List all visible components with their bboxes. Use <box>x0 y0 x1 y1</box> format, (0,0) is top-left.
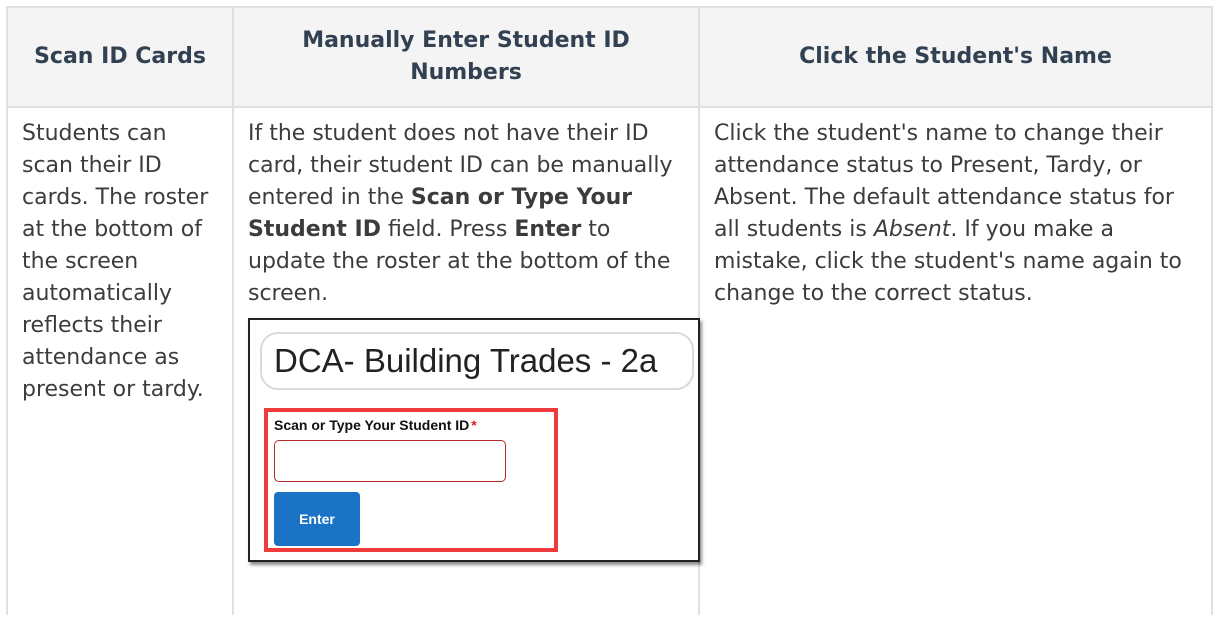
header-scan-id-cards: Scan ID Cards <box>6 6 234 108</box>
course-name-pill: DCA- Building Trades - 2a <box>260 332 694 390</box>
scan-id-description: Students can scan their ID cards. The ro… <box>22 121 209 402</box>
manual-entry-description: If the student does not have their ID ca… <box>248 118 684 310</box>
enter-key-reference: Enter <box>514 217 582 242</box>
header-row: Scan ID Cards Manually Enter Student ID … <box>6 6 1213 108</box>
student-id-field-label: Scan or Type Your Student ID * <box>274 416 477 434</box>
cell-manually-enter: If the student does not have their ID ca… <box>232 106 700 615</box>
enter-button[interactable]: Enter <box>274 492 360 546</box>
header-click-name: Click the Student's Name <box>698 6 1213 108</box>
click-name-description: Click the student's name to change their… <box>714 118 1197 310</box>
required-asterisk: * <box>471 417 477 433</box>
highlight-box: Scan or Type Your Student ID * Enter <box>264 408 558 552</box>
cell-scan-id-cards: Students can scan their ID cards. The ro… <box>6 106 234 615</box>
absent-status-reference: Absent <box>873 217 951 242</box>
embedded-screenshot: DCA- Building Trades - 2a Scan or Type Y… <box>248 318 700 562</box>
table-row: Students can scan their ID cards. The ro… <box>6 106 1213 615</box>
student-id-label-text: Scan or Type Your Student ID <box>274 417 470 433</box>
manual-text-2: field. Press <box>380 217 515 242</box>
student-id-input[interactable] <box>274 440 506 482</box>
instructions-table: Scan ID Cards Manually Enter Student ID … <box>6 6 1213 615</box>
cell-click-name: Click the student's name to change their… <box>698 106 1213 615</box>
header-manually-enter: Manually Enter Student ID Numbers <box>232 6 700 108</box>
